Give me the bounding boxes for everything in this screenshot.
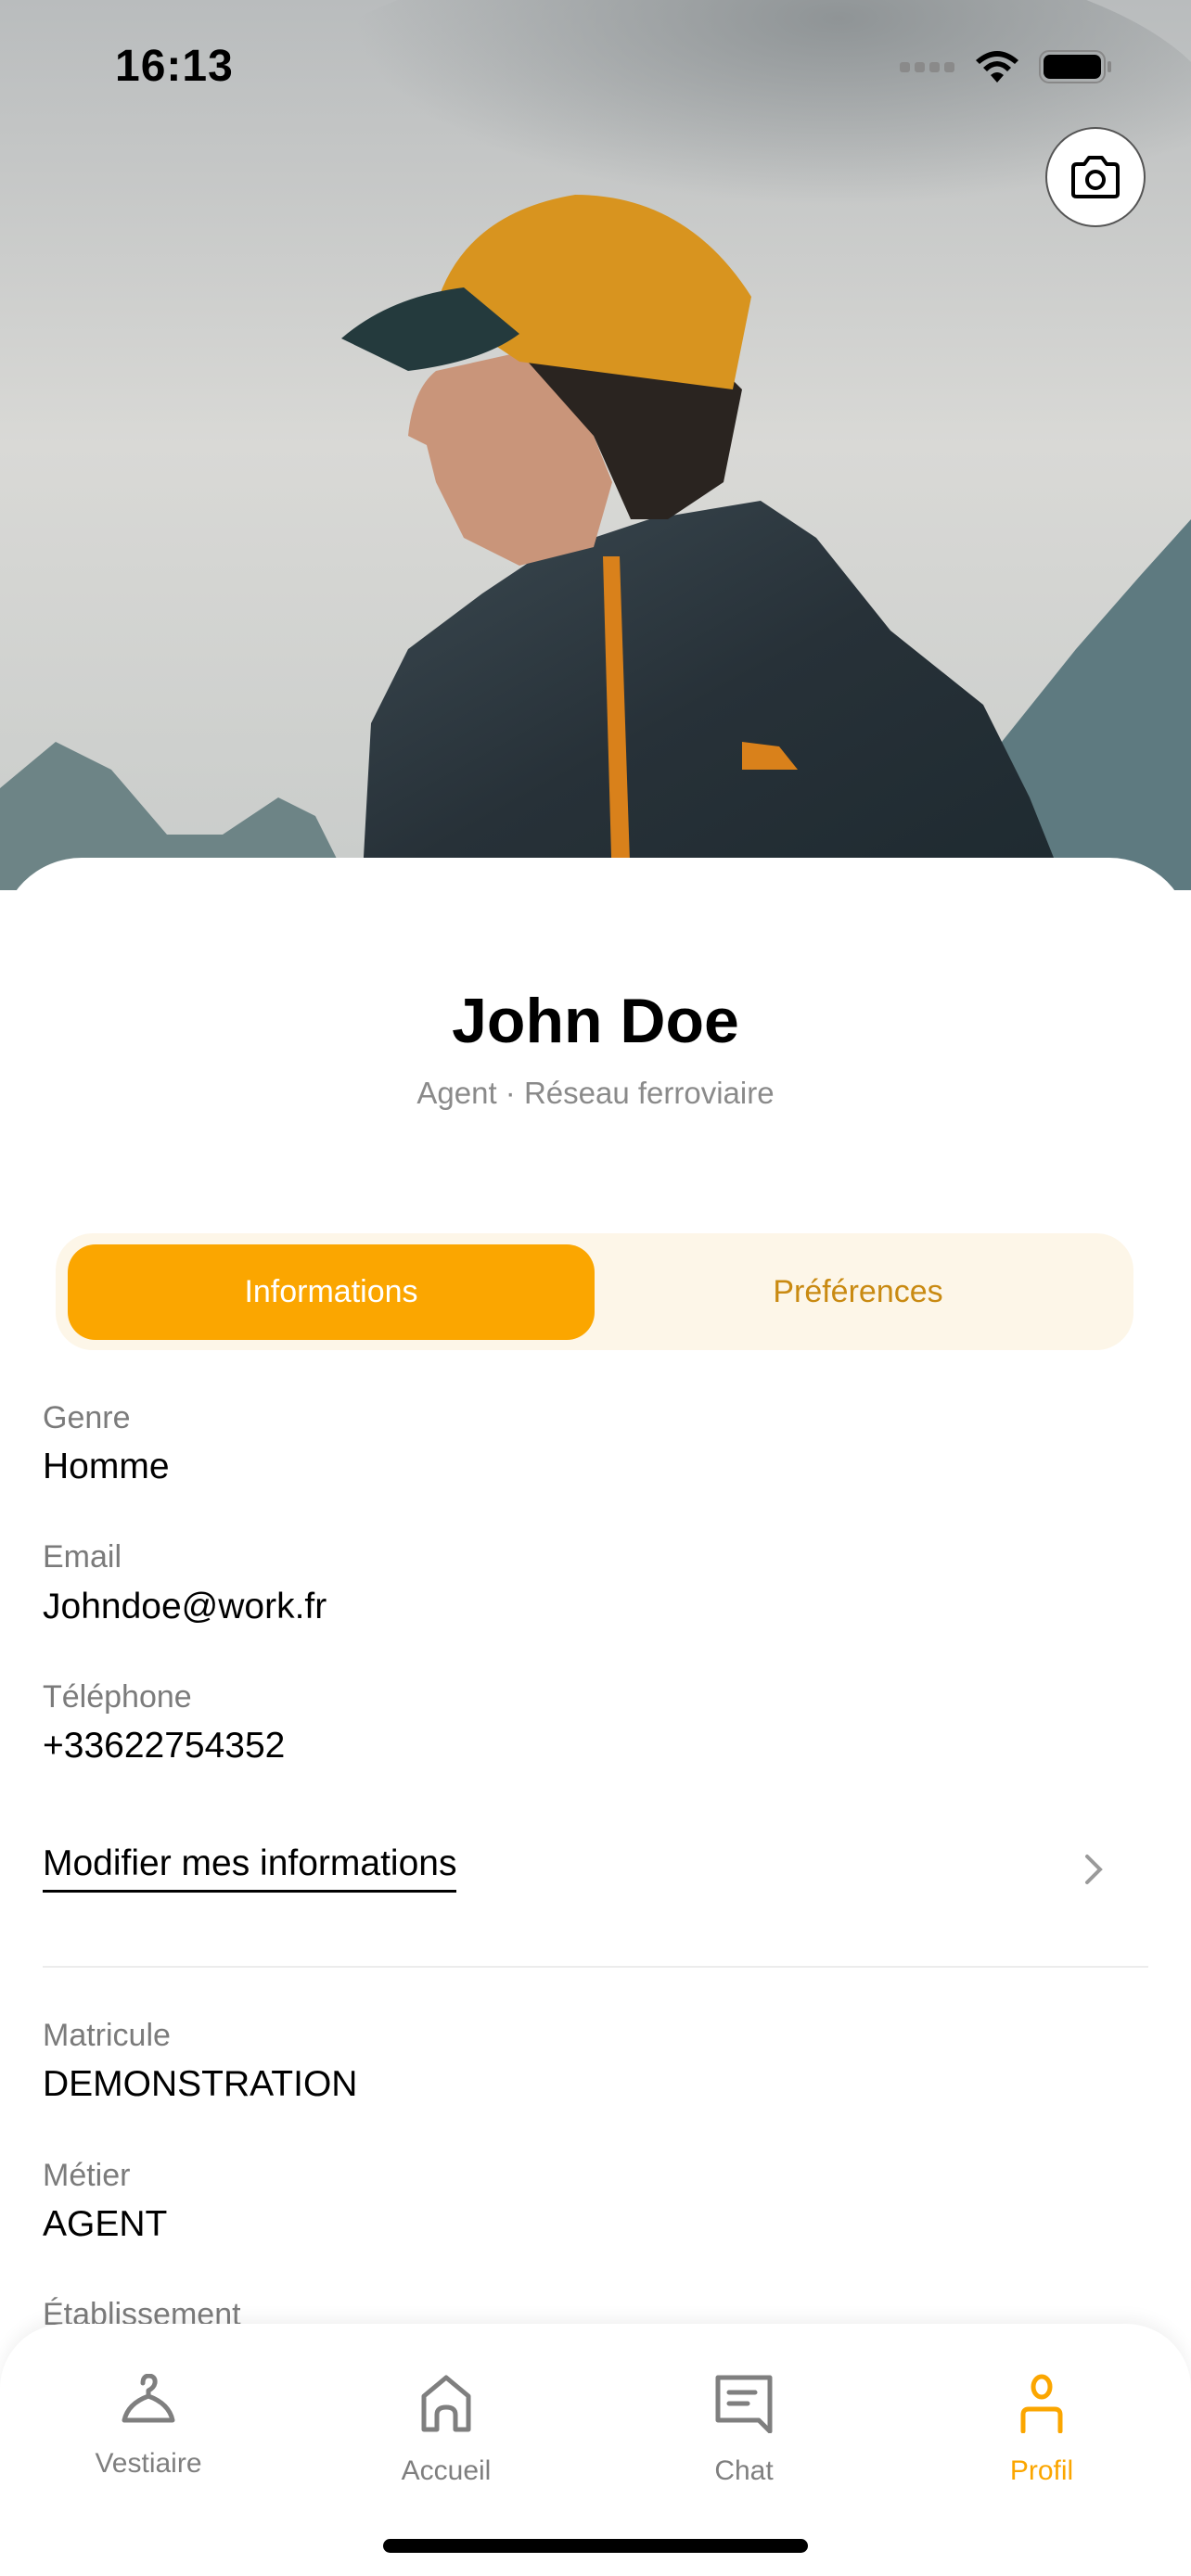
nav-label: Vestiaire: [95, 2448, 202, 2479]
nav-vestiaire[interactable]: Vestiaire: [46, 2374, 250, 2480]
user-icon: [1020, 2374, 1063, 2433]
chevron-right-icon[interactable]: [1082, 1851, 1108, 1888]
nav-label: Chat: [714, 2455, 774, 2486]
tab-informations[interactable]: Informations: [68, 1244, 595, 1340]
email-label: Email: [43, 1539, 122, 1575]
tab-preferences[interactable]: Préférences: [595, 1244, 1121, 1340]
battery-icon: [1039, 50, 1111, 83]
metier-value: AGENT: [43, 2204, 168, 2244]
home-indicator: [383, 2539, 808, 2553]
profile-subtitle: Agent · Réseau ferroviaire: [416, 1076, 775, 1110]
camera-icon: [1071, 156, 1120, 198]
email-value: Johndoe@work.fr: [43, 1587, 327, 1626]
matricule-value: DEMONSTRATION: [43, 2064, 358, 2104]
signal-icon: [900, 62, 954, 72]
genre-label: Genre: [43, 1400, 131, 1435]
profile-name: John Doe: [452, 986, 739, 1056]
modify-info-link[interactable]: Modifier mes informations: [43, 1843, 457, 1893]
status-bar: 16:13: [0, 0, 1191, 130]
genre-value: Homme: [43, 1447, 170, 1486]
phone-label: Téléphone: [43, 1679, 192, 1715]
nav-accueil[interactable]: Accueil: [344, 2374, 548, 2487]
matricule-label: Matricule: [43, 2018, 171, 2053]
hanger-icon: [122, 2374, 175, 2423]
segmented-tabs: Informations Préférences: [56, 1233, 1133, 1350]
wifi-icon: [976, 51, 1018, 83]
nav-label: Accueil: [401, 2455, 492, 2486]
nav-profil[interactable]: Profil: [940, 2374, 1144, 2487]
metier-label: Métier: [43, 2158, 131, 2193]
nav-chat[interactable]: Chat: [642, 2374, 846, 2487]
change-photo-button[interactable]: [1045, 127, 1146, 227]
chat-icon: [715, 2375, 773, 2433]
home-icon: [421, 2375, 471, 2432]
profile-cover-photo: [0, 0, 1191, 890]
nav-label: Profil: [1009, 2455, 1074, 2486]
phone-value: +33622754352: [43, 1726, 286, 1766]
status-time: 16:13: [115, 42, 234, 91]
divider: [43, 1966, 1148, 1968]
